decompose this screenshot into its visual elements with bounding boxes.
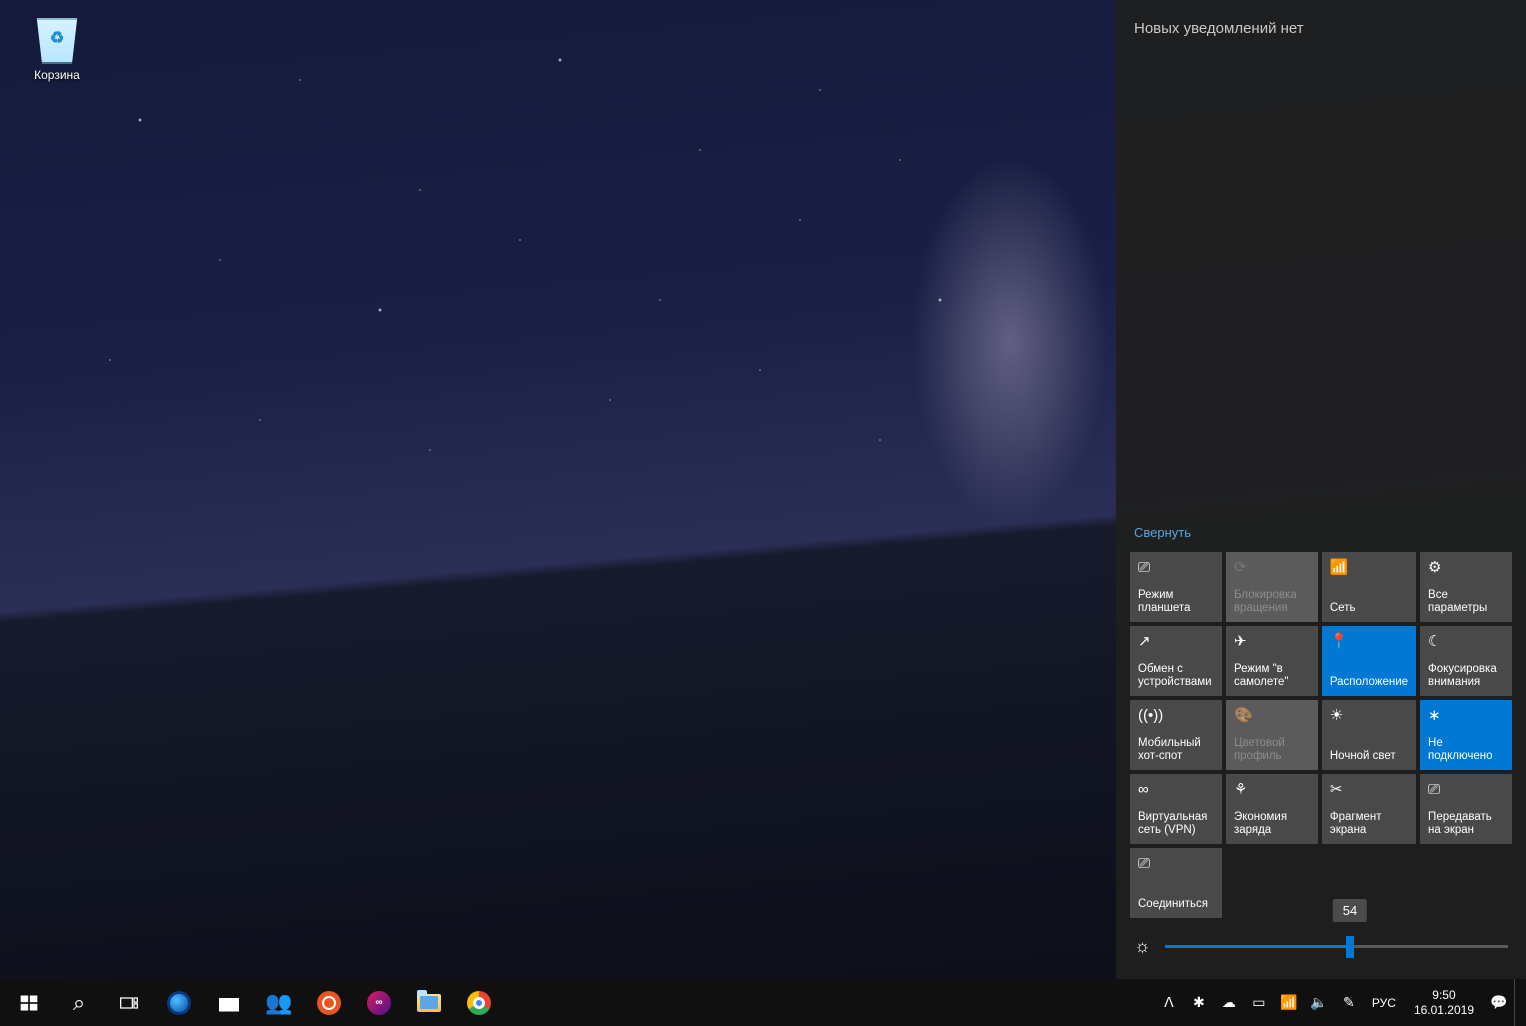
action-center-button[interactable]: 💬 [1484, 979, 1514, 1026]
tile-label: Цветовой профиль [1234, 737, 1310, 764]
tile-location[interactable]: 📍 Расположение [1322, 626, 1416, 696]
network-icon: 📶 [1330, 559, 1408, 577]
edge-button[interactable] [154, 979, 204, 1026]
tray-overflow-button[interactable]: ᐱ [1154, 979, 1184, 1026]
tile-connect[interactable]: ⎚ Соединиться [1130, 848, 1222, 918]
tile-battery-saver[interactable]: ⚘ Экономия заряда [1226, 774, 1318, 844]
tablet-mode-icon: ⎚ [1138, 559, 1214, 577]
ubuntu-button[interactable] [304, 979, 354, 1026]
tile-label: Расположение [1330, 676, 1408, 690]
brightness-slider[interactable]: 54 [1165, 945, 1509, 948]
tile-label: Фокусировка внимания [1428, 663, 1504, 690]
tile-bluetooth[interactable]: ∗ Не подключено [1420, 700, 1512, 770]
tray-date: 16.01.2019 [1414, 1003, 1474, 1018]
mobile-hotspot-icon: ((•)) [1138, 707, 1214, 725]
vpn-icon: ∞ [1138, 781, 1214, 799]
tile-color-profile: 🎨 Цветовой профиль [1226, 700, 1318, 770]
quick-action-tiles: ⎚ Режим планшета ⟳ Блокировка вращения 📶 Сеть… [1130, 552, 1512, 918]
show-desktop-button[interactable] [1514, 979, 1522, 1026]
bluetooth-icon: ∗ [1428, 707, 1504, 725]
tile-label: Блокировка вращения [1234, 589, 1310, 616]
tile-label: Виртуальная сеть (VPN) [1138, 811, 1214, 838]
tile-network[interactable]: 📶 Сеть [1322, 552, 1416, 622]
tile-mobile-hotspot[interactable]: ((•)) Мобильный хот-спот [1130, 700, 1222, 770]
taskview-button[interactable] [104, 979, 154, 1026]
screen-snip-icon: ✂ [1330, 781, 1408, 799]
tray-volume-icon[interactable]: 🔈 [1304, 979, 1334, 1026]
search-button[interactable]: ⌕ [54, 979, 104, 1026]
focus-assist-icon: ☾ [1428, 633, 1504, 651]
night-light-icon: ☀ [1330, 707, 1408, 725]
tile-nearby-sharing[interactable]: ↗ Обмен с устройствами [1130, 626, 1222, 696]
tile-label: Передавать на экран [1428, 811, 1504, 838]
taskbar: ⌕ 👥 ∞ ᐱ ✱☁▭📶🔈✎ РУС 9:50 16.01.2019 💬 [0, 979, 1526, 1026]
tile-label: Соединиться [1138, 898, 1214, 912]
tile-focus-assist[interactable]: ☾ Фокусировка внимания [1420, 626, 1512, 696]
tray-wifi-icon[interactable]: 📶 [1274, 979, 1304, 1026]
airplane-mode-icon: ✈ [1234, 633, 1310, 651]
tile-label: Ночной свет [1330, 750, 1408, 764]
file-explorer-button[interactable] [404, 979, 454, 1026]
battery-saver-icon: ⚘ [1234, 781, 1310, 799]
chrome-button[interactable] [454, 979, 504, 1026]
store-button[interactable] [204, 979, 254, 1026]
nearby-sharing-icon: ↗ [1138, 633, 1214, 651]
tile-night-light[interactable]: ☀ Ночной свет [1322, 700, 1416, 770]
tray-onedrive-icon[interactable]: ☁ [1214, 979, 1244, 1026]
tile-rotation-lock: ⟳ Блокировка вращения [1226, 552, 1318, 622]
all-settings-icon: ⚙ [1428, 559, 1504, 577]
tile-project[interactable]: ⎚ Передавать на экран [1420, 774, 1512, 844]
tray-settings-menu-icon[interactable]: ✱ [1184, 979, 1214, 1026]
tile-label: Все параметры [1428, 589, 1504, 616]
tile-label: Не подключено [1428, 737, 1504, 764]
people-button[interactable]: 👥 [254, 979, 304, 1026]
input-language[interactable]: РУС [1364, 979, 1404, 1026]
tile-label: Мобильный хот-спот [1138, 737, 1214, 764]
project-icon: ⎚ [1428, 781, 1504, 799]
tile-label: Обмен с устройствами [1138, 663, 1214, 690]
brightness-value: 54 [1333, 899, 1367, 922]
tile-label: Режим планшета [1138, 589, 1214, 616]
tile-vpn[interactable]: ∞ Виртуальная сеть (VPN) [1130, 774, 1222, 844]
tile-airplane-mode[interactable]: ✈ Режим "в самолете" [1226, 626, 1318, 696]
tile-tablet-mode[interactable]: ⎚ Режим планшета [1130, 552, 1222, 622]
collapse-link[interactable]: Свернуть [1130, 521, 1512, 544]
tray-battery-icon[interactable]: ▭ [1244, 979, 1274, 1026]
brightness-row: ☼ 54 [1130, 918, 1512, 965]
start-button[interactable] [4, 979, 54, 1026]
recycle-bin-icon[interactable]: ♻ Корзина [18, 18, 96, 82]
tile-label: Экономия заряда [1234, 811, 1310, 838]
location-icon: 📍 [1330, 633, 1408, 651]
tile-label: Режим "в самолете" [1234, 663, 1310, 690]
action-center-panel: Новых уведомлений нет Свернуть ⎚ Режим пл… [1116, 0, 1526, 979]
tile-label: Сеть [1330, 602, 1408, 616]
tile-screen-snip[interactable]: ✂ Фрагмент экрана [1322, 774, 1416, 844]
brightness-icon: ☼ [1134, 936, 1151, 957]
recycle-bin-label: Корзина [34, 68, 80, 82]
tray-clock[interactable]: 9:50 16.01.2019 [1404, 988, 1484, 1018]
color-profile-icon: 🎨 [1234, 707, 1310, 725]
action-center-header: Новых уведомлений нет [1130, 20, 1512, 37]
creative-cloud-button[interactable]: ∞ [354, 979, 404, 1026]
tile-label: Фрагмент экрана [1330, 811, 1408, 838]
tray-time: 9:50 [1432, 988, 1455, 1003]
rotation-lock-icon: ⟳ [1234, 559, 1310, 577]
tile-all-settings[interactable]: ⚙ Все параметры [1420, 552, 1512, 622]
tray-pen-icon[interactable]: ✎ [1334, 979, 1364, 1026]
connect-icon: ⎚ [1138, 855, 1214, 873]
